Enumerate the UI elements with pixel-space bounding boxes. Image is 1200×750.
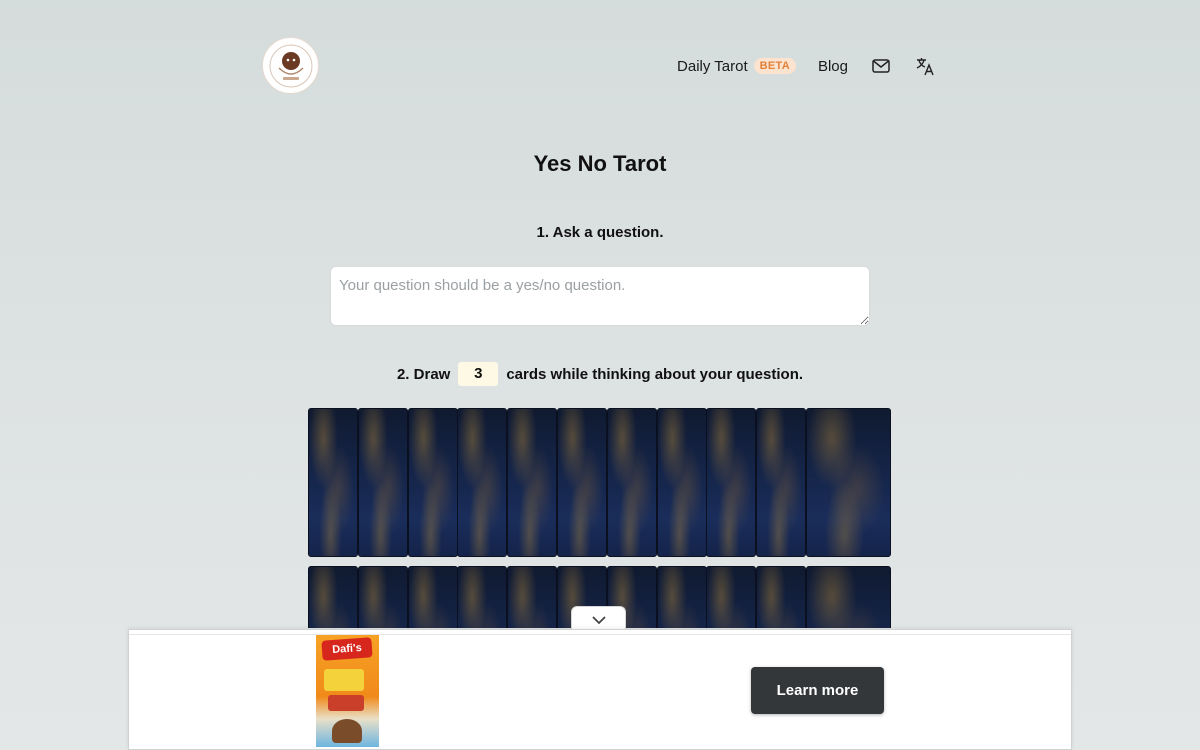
question-input[interactable] — [330, 266, 870, 326]
language-icon[interactable] — [914, 55, 936, 77]
tarot-card[interactable] — [756, 408, 806, 557]
tarot-card[interactable] — [756, 566, 806, 628]
mail-icon[interactable] — [870, 55, 892, 77]
card-count-input[interactable]: 3 — [458, 362, 499, 386]
beta-badge: BETA — [753, 58, 796, 74]
tarot-card[interactable] — [706, 408, 756, 557]
page-title: Yes No Tarot — [533, 151, 667, 176]
tarot-card[interactable] — [507, 566, 557, 628]
tarot-card[interactable] — [308, 566, 358, 628]
site-logo[interactable] — [262, 37, 319, 94]
logo-icon — [269, 44, 312, 87]
ad-graphic — [324, 669, 364, 691]
nav-blog-label: Blog — [817, 57, 848, 75]
tarot-card[interactable] — [507, 408, 557, 557]
top-nav: Daily Tarot BETA Blog — [677, 54, 936, 78]
tarot-card[interactable] — [607, 408, 657, 557]
tarot-card[interactable] — [657, 566, 707, 628]
tarot-card[interactable] — [358, 566, 408, 628]
tarot-card[interactable] — [408, 566, 458, 628]
tarot-card[interactable] — [806, 408, 891, 557]
step2-prefix: 2. Draw — [396, 365, 451, 383]
nav-daily-tarot[interactable]: Daily Tarot BETA — [677, 58, 796, 75]
step1-label: 1. Ask a question. — [536, 224, 664, 241]
nav-daily-tarot-label: Daily Tarot — [677, 57, 748, 75]
divider — [129, 634, 1071, 635]
tarot-card[interactable] — [308, 408, 358, 557]
ad-graphic — [328, 695, 364, 711]
tarot-card[interactable] — [557, 408, 607, 557]
chevron-down-icon — [591, 615, 606, 624]
step2-suffix: cards while thinking about your question… — [506, 365, 804, 383]
tarot-card[interactable] — [457, 566, 507, 628]
tarot-card[interactable] — [457, 408, 507, 557]
step2-label: 2. Draw 3 cards while thinking about you… — [0, 362, 1200, 386]
ad-product-brand: Dafi's — [321, 637, 373, 661]
ad-product-image[interactable]: Dafi's — [316, 635, 379, 747]
tarot-card[interactable] — [657, 408, 707, 557]
ad-banner: Dafi's Learn more — [128, 629, 1072, 750]
tarot-card[interactable] — [806, 566, 891, 628]
learn-more-button[interactable]: Learn more — [751, 667, 884, 714]
nav-blog[interactable]: Blog — [818, 58, 848, 75]
tarot-card[interactable] — [408, 408, 458, 557]
ad-graphic — [332, 719, 362, 743]
tarot-card[interactable] — [706, 566, 756, 628]
card-deck-row-1 — [308, 408, 891, 557]
tarot-card[interactable] — [358, 408, 408, 557]
